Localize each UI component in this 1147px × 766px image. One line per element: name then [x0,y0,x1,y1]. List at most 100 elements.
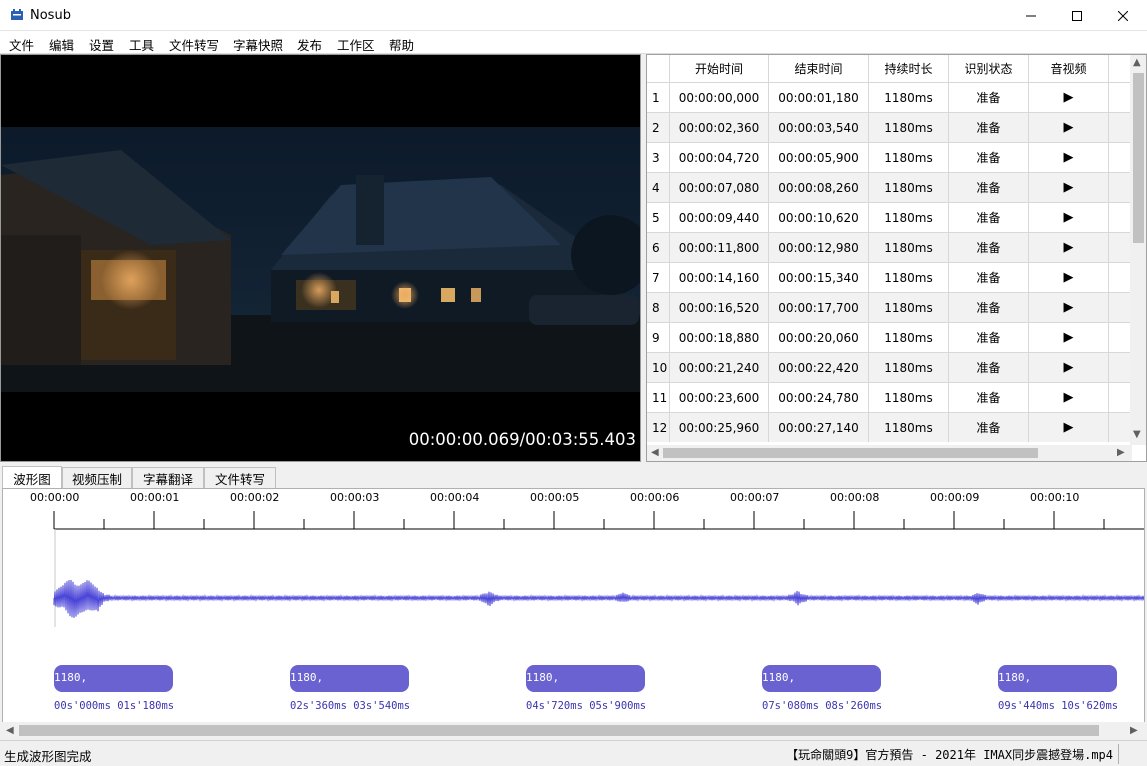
table-row[interactable]: 7 00:00:14,160 00:00:15,340 1180ms 准备 ▶ [647,262,1132,292]
menu-publish[interactable]: 发布 [297,35,322,54]
cell-status: 准备 [949,113,1029,142]
table-row[interactable]: 12 00:00:25,960 00:00:27,140 1180ms 准备 ▶ [647,412,1132,442]
menu-file[interactable]: 文件 [9,35,34,54]
col-header-status[interactable]: 识别状态 [949,55,1029,82]
play-icon[interactable]: ▶ [1029,143,1109,172]
menu-subtitle-snapshot[interactable]: 字幕快照 [233,35,283,54]
table-row[interactable]: 4 00:00:07,080 00:00:08,260 1180ms 准备 ▶ [647,172,1132,202]
grid-vertical-scrollbar[interactable]: ▲ ▼ [1130,55,1146,445]
minimize-button[interactable] [1008,0,1054,31]
tab-waveform[interactable]: 波形图 [2,466,62,489]
close-icon [1118,10,1128,21]
grid-hscroll-thumb[interactable] [663,448,1038,458]
cell-end-time: 00:00:10,620 [769,203,869,232]
table-row[interactable]: 3 00:00:04,720 00:00:05,900 1180ms 准备 ▶ [647,142,1132,172]
play-icon[interactable]: ▶ [1029,203,1109,232]
col-header-end[interactable]: 结束时间 [769,55,869,82]
play-icon[interactable]: ▶ [1029,233,1109,262]
table-row[interactable]: 5 00:00:09,440 00:00:10,620 1180ms 准备 ▶ [647,202,1132,232]
menu-workspace[interactable]: 工作区 [337,35,375,54]
scroll-left-icon[interactable]: ◀ [651,447,659,458]
scroll-right-icon[interactable]: ▶ [1117,447,1125,458]
subtitle-segment-block[interactable]: 1180, [526,665,645,692]
play-icon[interactable]: ▶ [1029,293,1109,322]
table-row[interactable]: 11 00:00:23,600 00:00:24,780 1180ms 准备 ▶ [647,382,1132,412]
cell-duration: 1180ms [869,323,949,352]
status-message: 生成波形图完成 [4,749,92,764]
tab-video-encode[interactable]: 视频压制 [62,467,132,488]
play-icon[interactable]: ▶ [1029,83,1109,112]
status-filename: 【玩命關頭9】官方預告 - 2021年 IMAX同步震撼登場.mp4 [786,748,1113,762]
play-icon[interactable]: ▶ [1029,263,1109,292]
play-icon[interactable]: ▶ [1029,353,1109,382]
scroll-up-icon[interactable]: ▲ [1133,57,1141,68]
col-header-index[interactable] [647,55,670,82]
segment-time-range: 07s'080ms 08s'260ms [762,700,883,712]
cell-index: 11 [647,383,670,412]
table-row[interactable]: 1 00:00:00,000 00:00:01,180 1180ms 准备 ▶ [647,82,1132,112]
title-bar: Nosub [0,0,1147,31]
grid-horizontal-scrollbar[interactable]: ◀ ▶ [647,445,1132,461]
cell-end-time: 00:00:03,540 [769,113,869,142]
cell-index: 10 [647,353,670,382]
scroll-down-icon[interactable]: ▼ [1133,429,1141,440]
cell-status: 准备 [949,323,1029,352]
play-icon[interactable]: ▶ [1029,413,1109,442]
table-row[interactable]: 2 00:00:02,360 00:00:03,540 1180ms 准备 ▶ [647,112,1132,142]
cell-end-time: 00:00:22,420 [769,353,869,382]
cell-start-time: 00:00:23,600 [670,383,769,412]
play-icon[interactable]: ▶ [1029,383,1109,412]
tab-file-transcribe[interactable]: 文件转写 [204,467,276,488]
cell-index: 8 [647,293,670,322]
cell-status: 准备 [949,203,1029,232]
waveform-hscroll-thumb[interactable] [19,725,1099,736]
menu-help[interactable]: 帮助 [389,35,414,54]
play-icon[interactable]: ▶ [1029,323,1109,352]
segment-time-range: 09s'440ms 10s'620ms [998,700,1119,712]
wave-scroll-left-icon[interactable]: ◀ [6,725,14,736]
col-header-media[interactable]: 音视频 [1029,55,1109,82]
menu-tools[interactable]: 工具 [129,35,154,54]
cell-duration: 1180ms [869,233,949,262]
grid-vscroll-thumb[interactable] [1133,73,1144,243]
play-icon[interactable]: ▶ [1029,113,1109,142]
cell-start-time: 00:00:09,440 [670,203,769,232]
col-header-start[interactable]: 开始时间 [670,55,769,82]
minimize-icon [1026,15,1036,16]
cell-end-time: 00:00:01,180 [769,83,869,112]
close-button[interactable] [1100,0,1146,31]
cell-start-time: 00:00:16,520 [670,293,769,322]
menu-settings[interactable]: 设置 [89,35,114,54]
cell-start-time: 00:00:11,800 [670,233,769,262]
waveform-horizontal-scrollbar[interactable]: ◀ ▶ [2,722,1145,739]
waveform-panel[interactable]: 00:00:00 00:00:01 00:00:02 00:00:03 00:00:04… [2,488,1145,739]
wave-scroll-right-icon[interactable]: ▶ [1130,725,1138,736]
segment-time-range: 00s'000ms 01s'180ms [54,700,175,712]
tab-subtitle-translate[interactable]: 字幕翻译 [132,467,204,488]
table-row[interactable]: 8 00:00:16,520 00:00:17,700 1180ms 准备 ▶ [647,292,1132,322]
play-icon[interactable]: ▶ [1029,173,1109,202]
table-row[interactable]: 6 00:00:11,800 00:00:12,980 1180ms 准备 ▶ [647,232,1132,262]
table-row[interactable]: 9 00:00:18,880 00:00:20,060 1180ms 准备 ▶ [647,322,1132,352]
subtitle-segment-block[interactable]: 1180, [998,665,1117,692]
subtitle-segment-block[interactable]: 1180, [762,665,881,692]
subtitle-segment-block[interactable]: 1180, [54,665,173,692]
cell-index: 1 [647,83,670,112]
cell-status: 准备 [949,233,1029,262]
menu-file-transcribe[interactable]: 文件转写 [169,35,219,54]
subtitle-grid[interactable]: 开始时间 结束时间 持续时长 识别状态 音视频 1 00:00:00,000 00:… [646,54,1147,462]
cell-duration: 1180ms [869,263,949,292]
cell-index: 12 [647,413,670,442]
cell-duration: 1180ms [869,413,949,442]
cell-index: 7 [647,263,670,292]
menu-edit[interactable]: 编辑 [49,35,74,54]
subtitle-segment-block[interactable]: 1180, [290,665,409,692]
video-preview[interactable]: 00:00:00.069/00:03:55.403 [0,54,641,462]
maximize-button[interactable] [1054,0,1100,31]
cell-duration: 1180ms [869,83,949,112]
table-row[interactable]: 10 00:00:21,240 00:00:22,420 1180ms 准备 ▶ [647,352,1132,382]
col-header-duration[interactable]: 持续时长 [869,55,949,82]
cell-index: 9 [647,323,670,352]
cell-end-time: 00:00:17,700 [769,293,869,322]
video-timecode: 00:00:00.069/00:03:55.403 [408,430,636,449]
